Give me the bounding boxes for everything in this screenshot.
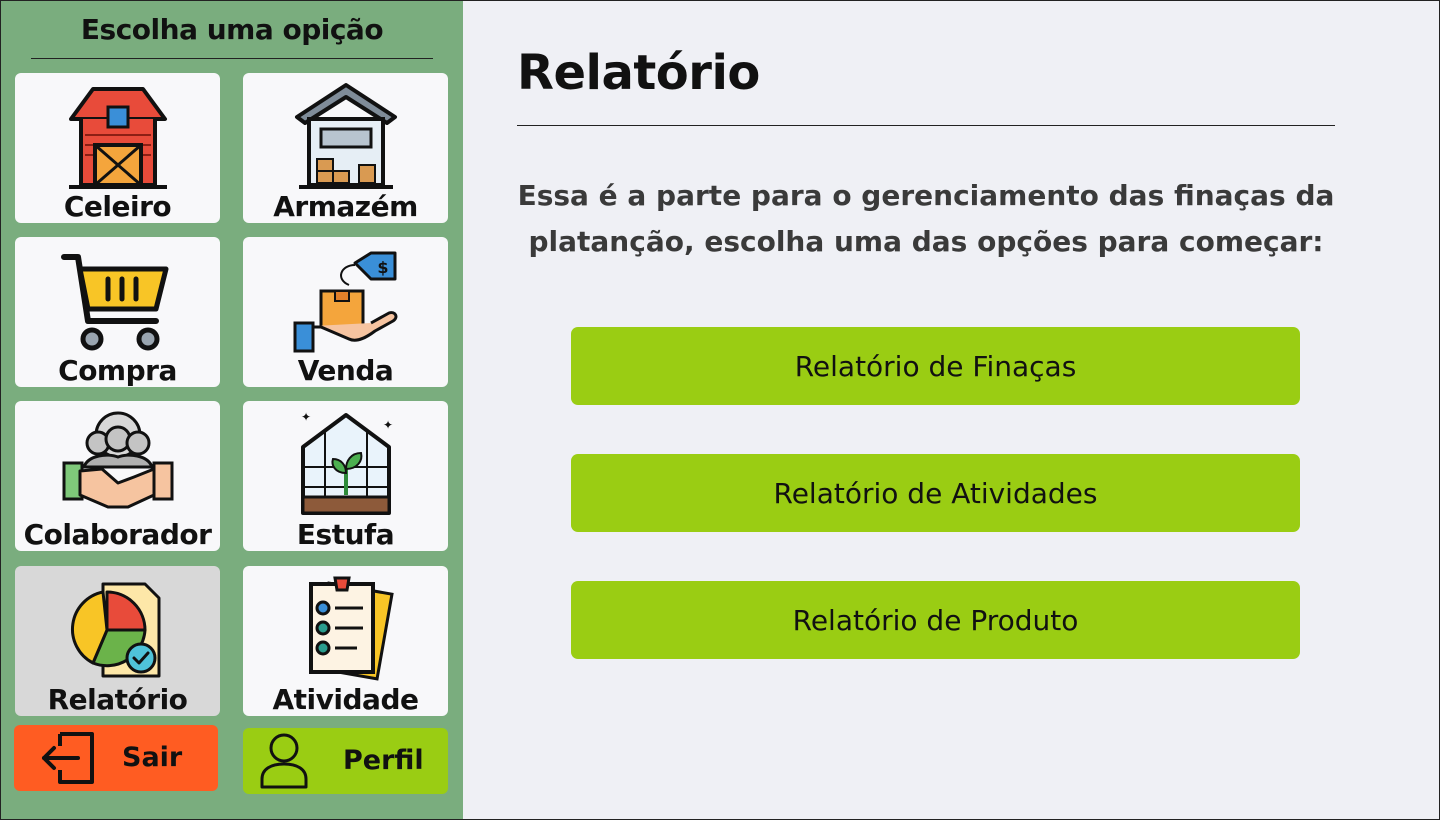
title-divider xyxy=(517,125,1335,126)
menu-tile-label: Estufa xyxy=(296,518,395,551)
svg-text:$: $ xyxy=(377,258,388,277)
menu-tile-celeiro[interactable]: Celeiro xyxy=(15,73,220,223)
activities-report-button[interactable]: Relatório de Atividades xyxy=(571,454,1300,532)
profile-button[interactable]: Perfil xyxy=(243,728,448,794)
handshake-team-icon xyxy=(62,411,173,509)
shopping-cart-icon xyxy=(60,254,168,351)
pie-chart-report-icon xyxy=(70,582,160,678)
sidebar: Escolha uma opição Celeiro Armazém Compr… xyxy=(1,1,463,819)
svg-text:✦: ✦ xyxy=(301,410,311,424)
logout-label: Sair xyxy=(122,742,183,773)
app-window: Escolha uma opição Celeiro Armazém Compr… xyxy=(0,0,1440,820)
menu-tile-venda[interactable]: $ Venda xyxy=(243,237,448,387)
menu-tile-relatorio[interactable]: Relatório xyxy=(15,566,220,716)
menu-tile-label: Venda xyxy=(297,354,394,387)
barn-icon xyxy=(68,87,167,189)
menu-tile-label: Celeiro xyxy=(63,190,172,223)
checklist-icon xyxy=(308,576,394,681)
logout-icon xyxy=(42,732,94,784)
profile-label: Perfil xyxy=(343,745,424,776)
intro-text: Essa é a parte para o gerenciamento das … xyxy=(517,179,1335,258)
menu-tile-atividade[interactable]: Atividade xyxy=(243,566,448,716)
menu-tile-estufa[interactable]: ✦ ✦ Estufa xyxy=(243,401,448,551)
sidebar-title: Escolha uma opição xyxy=(80,13,384,46)
main-panel: Relatório Essa é a parte para o gerencia… xyxy=(463,1,1439,819)
warehouse-icon xyxy=(294,83,397,189)
svg-text:✦: ✦ xyxy=(383,418,393,432)
greenhouse-icon: ✦ ✦ xyxy=(300,410,393,515)
menu-tile-label: Colaborador xyxy=(23,518,212,551)
product-report-button[interactable]: Relatório de Produto xyxy=(571,581,1300,659)
finance-report-button[interactable]: Relatório de Finaças xyxy=(571,327,1300,405)
menu-tile-armazem[interactable]: Armazém xyxy=(243,73,448,223)
page-title: Relatório xyxy=(517,45,760,101)
user-icon xyxy=(260,733,308,789)
menu-tile-colaborador[interactable]: Colaborador xyxy=(15,401,220,551)
logout-button[interactable]: Sair xyxy=(14,725,218,791)
menu-tile-label: Compra xyxy=(58,354,177,387)
menu-tile-label: Relatório xyxy=(47,683,188,716)
menu-tile-label: Armazém xyxy=(273,190,418,223)
sidebar-divider xyxy=(31,58,433,59)
menu-tile-label: Atividade xyxy=(272,683,419,716)
hand-box-price-tag-icon: $ xyxy=(293,251,397,353)
menu-tile-compra[interactable]: Compra xyxy=(15,237,220,387)
